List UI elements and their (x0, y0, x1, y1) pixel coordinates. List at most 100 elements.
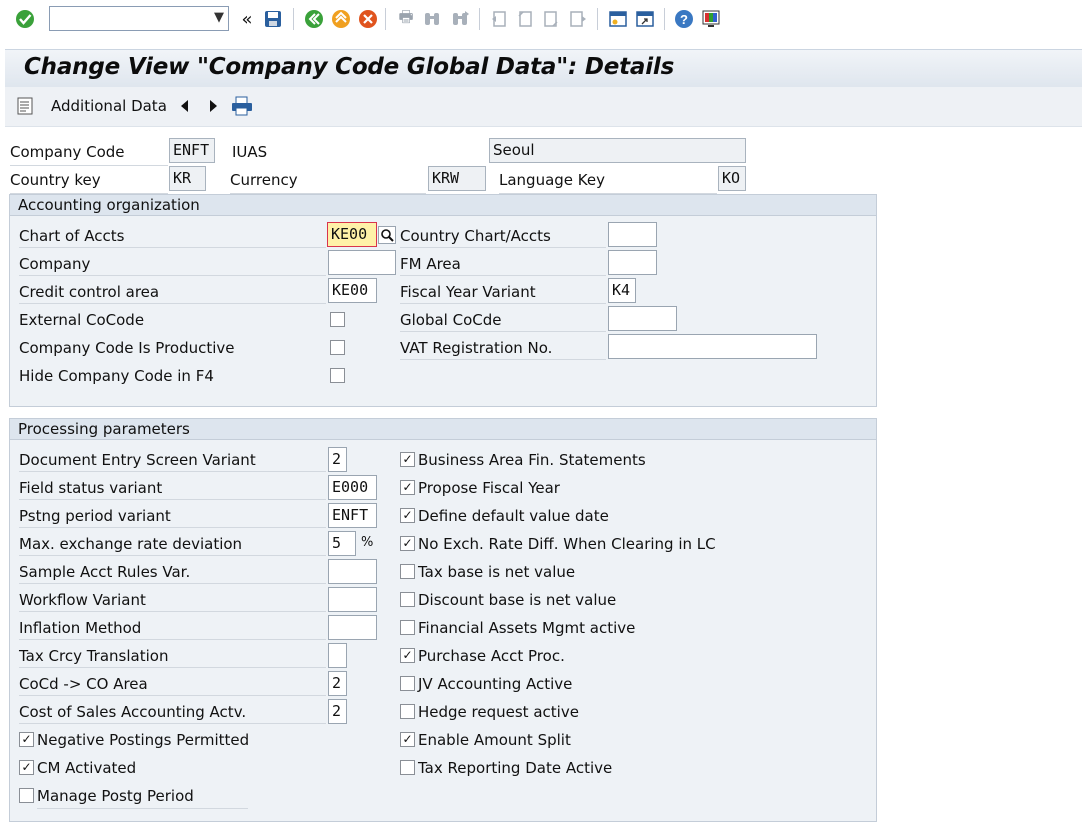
proc-param-field[interactable] (328, 587, 377, 612)
layout-icon[interactable] (700, 8, 722, 30)
company-name: IUAS (232, 143, 268, 161)
proc-param-field[interactable]: 2 (328, 699, 347, 724)
productive-label: Company Code Is Productive (19, 339, 235, 357)
language-key-label: Language Key (499, 171, 717, 194)
proc-checkbox[interactable] (400, 620, 415, 635)
next-entry-icon[interactable] (208, 98, 220, 118)
back-icon[interactable] (303, 8, 325, 30)
chevron-down-icon[interactable]: ▼ (214, 10, 224, 25)
country-chart-field[interactable] (608, 222, 657, 247)
company-label: Company (19, 255, 326, 276)
proc-checkbox[interactable]: ✓ (400, 480, 415, 495)
fm-area-label: FM Area (400, 255, 606, 276)
proc-param-field[interactable]: 2 (328, 447, 347, 472)
proc-checkbox-label: Discount base is net value (418, 591, 617, 609)
city-field[interactable]: Seoul (489, 138, 746, 163)
exit-icon[interactable] (330, 8, 352, 30)
currency-label: Currency (230, 171, 426, 194)
find-next-icon[interactable] (449, 8, 471, 30)
collapse-command-icon[interactable]: « (236, 8, 258, 30)
group-title: Accounting organization (10, 195, 876, 216)
currency-field[interactable]: KRW (428, 166, 486, 191)
company-code-label: Company Code (10, 143, 168, 166)
company-field[interactable] (328, 250, 396, 275)
group-title: Processing parameters (10, 419, 876, 440)
language-key-field[interactable]: KO (718, 166, 746, 191)
productive-checkbox[interactable] (330, 340, 345, 355)
global-cocde-field[interactable] (608, 306, 677, 331)
proc-checkbox[interactable]: ✓ (400, 508, 415, 523)
help-icon[interactable]: ? (673, 8, 695, 30)
fiscal-year-variant-field[interactable]: K4 (608, 278, 636, 303)
country-chart-label: Country Chart/Accts (400, 227, 606, 248)
vat-registration-label: VAT Registration No. (400, 339, 606, 360)
proc-checkbox-label: Financial Assets Mgmt active (418, 619, 636, 637)
proc-checkbox[interactable] (400, 564, 415, 579)
proc-param-field[interactable]: E000 (328, 475, 377, 500)
last-page-icon[interactable] (567, 8, 589, 30)
proc-checkbox[interactable]: ✓ (19, 732, 34, 747)
vat-registration-field[interactable] (608, 334, 817, 359)
proc-checkbox[interactable]: ✓ (400, 536, 415, 551)
find-icon[interactable] (421, 8, 443, 30)
proc-param-label: Document Entry Screen Variant (19, 451, 326, 472)
proc-checkbox[interactable] (400, 592, 415, 607)
chart-of-accts-label: Chart of Accts (19, 227, 326, 248)
proc-checkbox-label: Tax base is net value (418, 563, 576, 581)
new-session-icon[interactable] (607, 8, 629, 30)
proc-param-field[interactable]: ENFT (328, 503, 377, 528)
application-toolbar: Additional Data (5, 87, 1082, 127)
search-help-icon[interactable] (378, 226, 396, 244)
proc-checkbox[interactable]: ✓ (400, 732, 415, 747)
print-icon[interactable]: 🖶 (395, 7, 417, 30)
proc-checkbox[interactable] (19, 788, 34, 803)
proc-param-field[interactable]: 5 (328, 531, 356, 556)
additional-data-icon[interactable] (16, 96, 36, 120)
proc-checkbox[interactable] (400, 760, 415, 775)
proc-param-label: Workflow Variant (19, 591, 326, 612)
proc-checkbox-label: Negative Postings Permitted (37, 731, 250, 749)
svg-text:?: ? (680, 12, 688, 27)
proc-param-field[interactable] (328, 559, 377, 584)
proc-param-label: Max. exchange rate deviation (19, 535, 326, 556)
proc-param-label: Inflation Method (19, 619, 326, 640)
proc-checkbox[interactable]: ✓ (400, 648, 415, 663)
enter-icon[interactable] (14, 8, 36, 30)
proc-checkbox-label: Tax Reporting Date Active (418, 759, 613, 777)
proc-param-field[interactable]: 2 (328, 671, 347, 696)
proc-param-field[interactable] (328, 615, 377, 640)
proc-checkbox-label: Purchase Acct Proc. (418, 647, 565, 665)
credit-control-area-label: Credit control area (19, 283, 326, 304)
proc-param-label: Tax Crcy Translation (19, 647, 326, 668)
proc-checkbox[interactable]: ✓ (400, 452, 415, 467)
country-key-field[interactable]: KR (169, 166, 206, 191)
proc-checkbox[interactable] (400, 676, 415, 691)
proc-param-field[interactable] (328, 643, 347, 668)
hide-f4-checkbox[interactable] (330, 368, 345, 383)
unit-label: % (361, 535, 374, 550)
command-field[interactable]: ▼ (49, 6, 229, 31)
title-bar: Change View "Company Code Global Data": … (5, 49, 1082, 87)
external-cocode-checkbox[interactable] (330, 312, 345, 327)
proc-checkbox[interactable]: ✓ (19, 760, 34, 775)
shortcut-icon[interactable] (634, 8, 656, 30)
fm-area-field[interactable] (608, 250, 657, 275)
proc-checkbox-label: Define default value date (418, 507, 609, 525)
next-page-icon[interactable] (540, 8, 562, 30)
system-toolbar: ▼ « 🖶 ? (0, 0, 1082, 38)
prev-page-icon[interactable] (514, 8, 536, 30)
print-icon[interactable] (231, 96, 253, 120)
first-page-icon[interactable] (488, 8, 510, 30)
chart-of-accts-field[interactable]: KE00 (327, 222, 377, 247)
proc-checkbox-label: Hedge request active (418, 703, 579, 721)
save-icon[interactable] (262, 8, 284, 30)
hide-f4-label: Hide Company Code in F4 (19, 367, 214, 385)
company-code-field[interactable]: ENFT (169, 138, 215, 163)
proc-checkbox-label: Manage Postg Period (37, 787, 248, 809)
proc-checkbox[interactable] (400, 704, 415, 719)
previous-entry-icon[interactable] (178, 98, 190, 118)
cancel-icon[interactable] (357, 8, 379, 30)
credit-control-area-field[interactable]: KE00 (328, 278, 377, 303)
additional-data-button[interactable]: Additional Data (51, 97, 167, 115)
proc-param-label: CoCd -> CO Area (19, 675, 326, 696)
